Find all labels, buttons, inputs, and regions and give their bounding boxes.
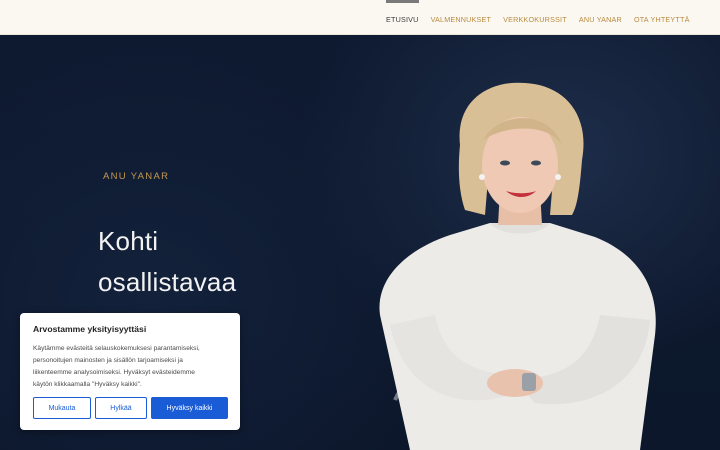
hero-headline-line-1: Kohti [98, 226, 159, 256]
nav-item-etusivu[interactable]: ETUSIVU [380, 0, 425, 35]
cookie-text-line: käytön klikkaamalla "Hyväksy kaikki". [33, 381, 142, 388]
cookie-text-line: liikenteemme analysoimiseksi. Hyväksyt e… [33, 369, 195, 376]
cookie-description: Käytämme evästeitä selauskokemuksesi par… [33, 343, 227, 391]
nav-item-verkkokurssit[interactable]: VERKKOKURSSIT [497, 0, 573, 35]
hero-kicker: ANU YANAR [103, 171, 170, 182]
nav-item-ota-yhteytta[interactable]: OTA YHTEYTTÄ [628, 0, 696, 35]
main-nav: ETUSIVU VALMENNUKSET VERKKOKURSSIT ANU Y… [380, 0, 696, 35]
reject-button[interactable]: Hylkää [95, 397, 147, 419]
accept-all-button[interactable]: Hyväksy kaikki [151, 397, 228, 419]
portrait-photo [379, 82, 656, 450]
cookie-buttons: Mukauta Hylkää Hyväksy kaikki [33, 397, 228, 419]
nav-item-anu-yanar[interactable]: ANU YANAR [573, 0, 628, 35]
hero-headline-line-2: osallistavaa [98, 267, 237, 297]
cookie-text-line: Käytämme evästeitä selauskokemuksesi par… [33, 345, 200, 352]
site-header: ETUSIVU VALMENNUKSET VERKKOKURSSIT ANU Y… [0, 0, 720, 35]
hero-headline: Kohti osallistavaa [98, 221, 236, 303]
customize-button[interactable]: Mukauta [33, 397, 91, 419]
nav-item-valmennukset[interactable]: VALMENNUKSET [425, 0, 498, 35]
cookie-consent-banner: Arvostamme yksityisyyttäsi Käytämme eväs… [20, 313, 240, 430]
cookie-text-line: personoitujen mainosten ja sisällön tarj… [33, 357, 183, 364]
cookie-title: Arvostamme yksityisyyttäsi [33, 324, 147, 334]
